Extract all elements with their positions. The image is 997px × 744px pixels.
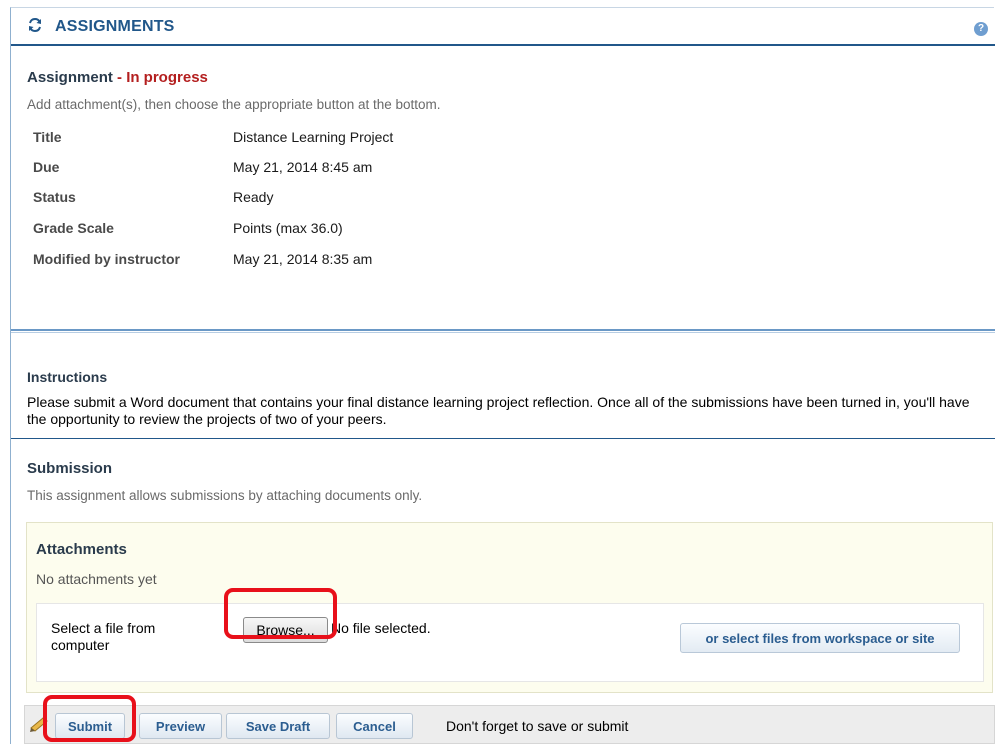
property-row-title: Title Distance Learning Project	[33, 129, 733, 159]
property-value: Points (max 36.0)	[233, 220, 343, 236]
property-label: Grade Scale	[33, 220, 114, 236]
status-badge: - In progress	[112, 69, 208, 86]
property-label: Status	[33, 189, 76, 205]
file-status-text: No file selected.	[331, 620, 431, 636]
assignment-hint: Add attachment(s), then choose the appro…	[27, 97, 441, 112]
property-value: May 21, 2014 8:45 am	[233, 159, 373, 175]
help-icon[interactable]: ?	[974, 22, 988, 36]
browse-button[interactable]: Browse...	[243, 617, 328, 643]
file-picker-label: Select a file from computer	[51, 620, 156, 653]
property-value: May 21, 2014 8:35 am	[233, 251, 373, 267]
property-label: Due	[33, 159, 60, 175]
property-row-modified: Modified by instructor May 21, 2014 8:35…	[33, 251, 733, 281]
section-divider	[11, 438, 995, 439]
preview-button[interactable]: Preview	[139, 713, 222, 739]
property-row-due: Due May 21, 2014 8:45 am	[33, 159, 733, 189]
section-divider	[11, 329, 995, 333]
select-workspace-files-button[interactable]: or select files from workspace or site	[680, 623, 960, 653]
attachments-empty-text: No attachments yet	[36, 571, 157, 587]
submission-heading: Submission	[27, 460, 113, 477]
submit-button[interactable]: Submit	[55, 713, 125, 739]
property-label: Modified by instructor	[33, 251, 180, 267]
pencil-icon	[30, 717, 48, 732]
property-label: Title	[33, 129, 62, 145]
instructions-heading: Instructions	[27, 369, 108, 385]
file-picker: Select a file from computer Browse... No…	[36, 603, 984, 682]
property-row-status: Status Ready	[33, 189, 733, 219]
sync-icon[interactable]	[27, 17, 43, 33]
save-reminder-text: Don't forget to save or submit	[446, 718, 629, 734]
instructions-text: Please submit a Word document that conta…	[27, 394, 970, 427]
assignment-heading: Assignment - In progress	[27, 69, 208, 86]
save-draft-button[interactable]: Save Draft	[226, 713, 330, 739]
property-value: Ready	[233, 189, 274, 205]
page-title: ASSIGNMENTS	[55, 18, 175, 35]
assignments-panel: ASSIGNMENTS ? Assignment - In progress A…	[10, 7, 995, 744]
property-row-grade-scale: Grade Scale Points (max 36.0)	[33, 220, 733, 250]
assignment-heading-label: Assignment	[27, 69, 113, 86]
action-bar: Submit Preview Save Draft Cancel Don't f…	[24, 705, 995, 744]
attachments-box: Attachments No attachments yet Select a …	[26, 522, 993, 693]
cancel-button[interactable]: Cancel	[336, 713, 413, 739]
attachments-title: Attachments	[36, 541, 127, 558]
panel-header: ASSIGNMENTS ?	[11, 8, 995, 46]
submission-hint: This assignment allows submissions by at…	[27, 488, 423, 503]
property-value: Distance Learning Project	[233, 129, 394, 145]
